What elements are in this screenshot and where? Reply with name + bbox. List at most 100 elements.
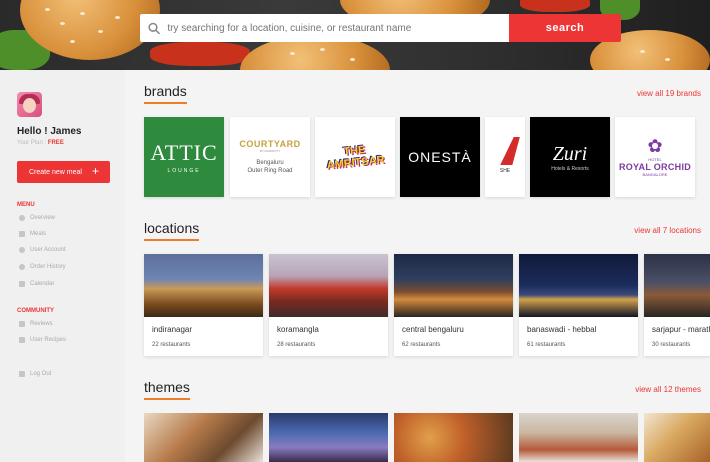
- theme-card[interactable]: [394, 413, 513, 462]
- community-title: COMMUNITY: [17, 308, 54, 314]
- brand-logo-sub: Hotels & Resorts: [551, 165, 589, 172]
- plus-icon: +: [91, 164, 99, 178]
- reviews-icon: [19, 321, 25, 327]
- theme-card[interactable]: [644, 413, 710, 462]
- sidebar-item-calendar[interactable]: Calendar: [19, 281, 55, 287]
- sesame-seed: [45, 8, 50, 11]
- plan-value: FREE: [47, 140, 64, 146]
- brand-logo-text: THE AMRITSAR: [326, 143, 386, 172]
- sidebar-item-label: User Account: [30, 247, 66, 253]
- locations-row: indiranagar 22 restaurants koramangla 28…: [144, 254, 710, 356]
- create-meal-button[interactable]: Create new meal +: [17, 161, 110, 183]
- view-all-brands-link[interactable]: view all 19 brands: [637, 89, 701, 98]
- view-all-locations-link[interactable]: view all 7 locations: [634, 226, 701, 235]
- view-all-themes-link[interactable]: view all 12 themes: [635, 385, 701, 394]
- location-photo: [144, 254, 263, 317]
- sesame-seed: [115, 16, 120, 19]
- location-photo: [394, 254, 513, 317]
- brand-card-zuri[interactable]: Zuri Hotels & Resorts: [530, 117, 610, 197]
- hero-banner: search: [0, 0, 710, 70]
- avatar[interactable]: [17, 92, 42, 117]
- location-photo: [269, 254, 388, 317]
- themes-heading: themes: [144, 379, 190, 400]
- brand-card-courtyard[interactable]: COURTYARD BY MARRIOTT Bengaluru Outer Ri…: [230, 117, 310, 197]
- calendar-icon: [19, 281, 25, 287]
- theme-card[interactable]: [519, 413, 638, 462]
- sesame-seed: [80, 12, 85, 15]
- location-count: 22 restaurants: [152, 342, 191, 348]
- location-card-sarjapur[interactable]: sarjapur - marathahalli 30 restaurants: [644, 254, 710, 356]
- brand-logo-text: ROYAL ORCHID: [618, 162, 692, 172]
- location-name: banaswadi - hebbal: [527, 325, 597, 334]
- sesame-seed: [350, 58, 355, 61]
- user-icon: [19, 247, 25, 253]
- sidebar-item-label: Overview: [30, 215, 56, 221]
- brand-address-line: Outer Ring Road: [247, 168, 293, 174]
- sidebar-item-meals[interactable]: Meals: [19, 231, 46, 237]
- search-button[interactable]: search: [509, 14, 621, 42]
- brands-heading: brands: [144, 83, 187, 104]
- location-count: 62 restaurants: [402, 342, 441, 348]
- create-meal-label: Create new meal: [29, 168, 82, 176]
- sidebar-item-logout[interactable]: Log Out: [19, 371, 51, 377]
- location-photo: [519, 254, 638, 317]
- location-count: 28 restaurants: [277, 342, 316, 348]
- sidebar-item-order-history[interactable]: Order History: [19, 264, 66, 270]
- sesame-seed: [60, 22, 65, 25]
- recipes-icon: [19, 337, 25, 343]
- brands-row: ATTIC LOUNGE COURTYARD BY MARRIOTT Benga…: [144, 117, 710, 197]
- search-input[interactable]: [167, 22, 509, 34]
- brand-logo-text: ONESTÀ: [408, 149, 472, 165]
- location-card-indiranagar[interactable]: indiranagar 22 restaurants: [144, 254, 263, 356]
- locations-heading: locations: [144, 220, 199, 241]
- brand-logo-sub: LOUNGE: [167, 168, 201, 174]
- sidebar-item-user-recipes[interactable]: User Recipes: [19, 337, 67, 343]
- brand-logo-text: ATTIC: [150, 140, 218, 165]
- theme-card[interactable]: [144, 413, 263, 462]
- location-card-koramangla[interactable]: koramangla 28 restaurants: [269, 254, 388, 356]
- logout-icon: [19, 371, 25, 377]
- user-plan: Your Plan : FREE: [17, 140, 64, 146]
- themes-row: [144, 413, 710, 462]
- sesame-seed: [290, 52, 295, 55]
- sidebar-item-reviews[interactable]: Reviews: [19, 321, 53, 327]
- tomato-decoration: [520, 0, 590, 12]
- plan-label: Your Plan :: [17, 140, 48, 146]
- location-photo: [644, 254, 710, 317]
- search-field[interactable]: [140, 14, 509, 42]
- brand-card-she[interactable]: SHE: [485, 117, 525, 197]
- sesame-seed: [665, 58, 670, 61]
- she-logo-mark: [500, 137, 520, 165]
- sesame-seed: [640, 50, 645, 53]
- avatar-face: [23, 98, 36, 113]
- meals-icon: [19, 231, 25, 237]
- theme-card[interactable]: [269, 413, 388, 462]
- location-card-banaswadi-hebbal[interactable]: banaswadi - hebbal 61 restaurants: [519, 254, 638, 356]
- brand-card-the-amritsar[interactable]: THE AMRITSAR: [315, 117, 395, 197]
- location-name: koramangla: [277, 325, 319, 334]
- sidebar-item-label: Reviews: [30, 321, 53, 327]
- brand-card-attic[interactable]: ATTIC LOUNGE: [144, 117, 224, 197]
- brand-address-line: Bengaluru: [256, 160, 284, 166]
- speedometer-icon: [19, 215, 25, 221]
- tomato-decoration: [150, 42, 250, 66]
- sesame-seed: [98, 30, 103, 33]
- location-count: 61 restaurants: [527, 342, 566, 348]
- sidebar-item-user-account[interactable]: User Account: [19, 247, 66, 253]
- brand-card-onesta[interactable]: ONESTÀ: [400, 117, 480, 197]
- user-greeting: Hello ! James: [17, 126, 82, 137]
- brand-logo-sub: BY MARRIOTT: [259, 149, 281, 153]
- location-name: indiranagar: [152, 325, 193, 334]
- main-content: brands view all 19 brands ATTIC LOUNGE C…: [125, 70, 710, 462]
- sesame-seed: [320, 48, 325, 51]
- location-card-central-bengaluru[interactable]: central bengaluru 62 restaurants: [394, 254, 513, 356]
- sidebar: Hello ! James Your Plan : FREE Create ne…: [0, 70, 125, 462]
- brand-card-royal-orchid[interactable]: ✿ HOTEL ROYAL ORCHID BANGALORE: [615, 117, 695, 197]
- search-icon: [148, 22, 161, 34]
- sidebar-item-overview[interactable]: Overview: [19, 215, 56, 221]
- history-icon: [19, 264, 25, 270]
- sidebar-item-label: Calendar: [30, 281, 55, 287]
- location-name: sarjapur - marathahalli: [652, 325, 710, 334]
- brand-logo-city: BANGALORE: [642, 172, 668, 177]
- sidebar-item-label: User Recipes: [30, 337, 67, 343]
